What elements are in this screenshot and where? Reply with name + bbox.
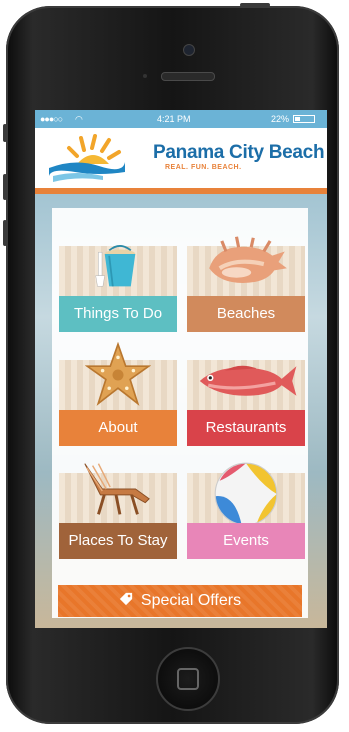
tile-label: Events: [187, 523, 305, 559]
tile-label: Things To Do: [59, 296, 177, 332]
status-bar: ●●●○○ ◠ 4:21 PM 22%: [35, 110, 327, 128]
tile-label: About: [59, 410, 177, 446]
starfish-icon: [85, 342, 151, 406]
signal-icon: ●●●○○: [40, 114, 63, 124]
tile-places-to-stay[interactable]: Places To Stay: [59, 463, 177, 559]
power-button: [240, 3, 270, 7]
special-offers-label: Special Offers: [140, 592, 242, 609]
brand-name: Panama City Beach: [153, 142, 325, 163]
tile-events[interactable]: Events: [187, 462, 305, 559]
sand-bucket-icon: [95, 245, 136, 287]
brand-tagline: REAL. FUN. BEACH.: [165, 164, 242, 171]
battery-icon: [293, 115, 315, 123]
front-camera: [183, 44, 195, 56]
tag-icon: [119, 585, 133, 617]
home-button[interactable]: [156, 647, 220, 711]
special-offers-button[interactable]: Special Offers: [58, 585, 302, 617]
mute-switch: [3, 124, 7, 142]
tile-label: Beaches: [187, 296, 305, 332]
earpiece-speaker: [161, 72, 215, 81]
app-header: Panama City Beach REAL. FUN. BEACH.: [35, 128, 327, 194]
volume-down-button: [3, 220, 7, 246]
conch-shell-icon: [209, 236, 287, 283]
proximity-sensor: [143, 74, 147, 78]
tile-label: Places To Stay: [59, 523, 177, 559]
volume-up-button: [3, 174, 7, 200]
fish-icon: [199, 365, 297, 396]
beach-chair-icon: [84, 463, 150, 515]
status-time: 4:21 PM: [157, 114, 191, 124]
tile-restaurants[interactable]: Restaurants: [187, 360, 305, 446]
app-screen: ●●●○○ ◠ 4:21 PM 22% Panama City Beach RE…: [35, 110, 327, 628]
beach-ball-icon: [214, 462, 278, 526]
home-square-icon: [177, 668, 199, 690]
tile-beaches[interactable]: Beaches: [187, 236, 305, 332]
wifi-icon: ◠: [75, 114, 83, 124]
tile-label: Restaurants: [187, 410, 305, 446]
sun-wave-logo-icon: [49, 134, 125, 182]
battery-percent: 22%: [271, 114, 290, 124]
tile-about[interactable]: About: [59, 342, 177, 446]
tile-things-to-do[interactable]: Things To Do: [59, 245, 177, 332]
